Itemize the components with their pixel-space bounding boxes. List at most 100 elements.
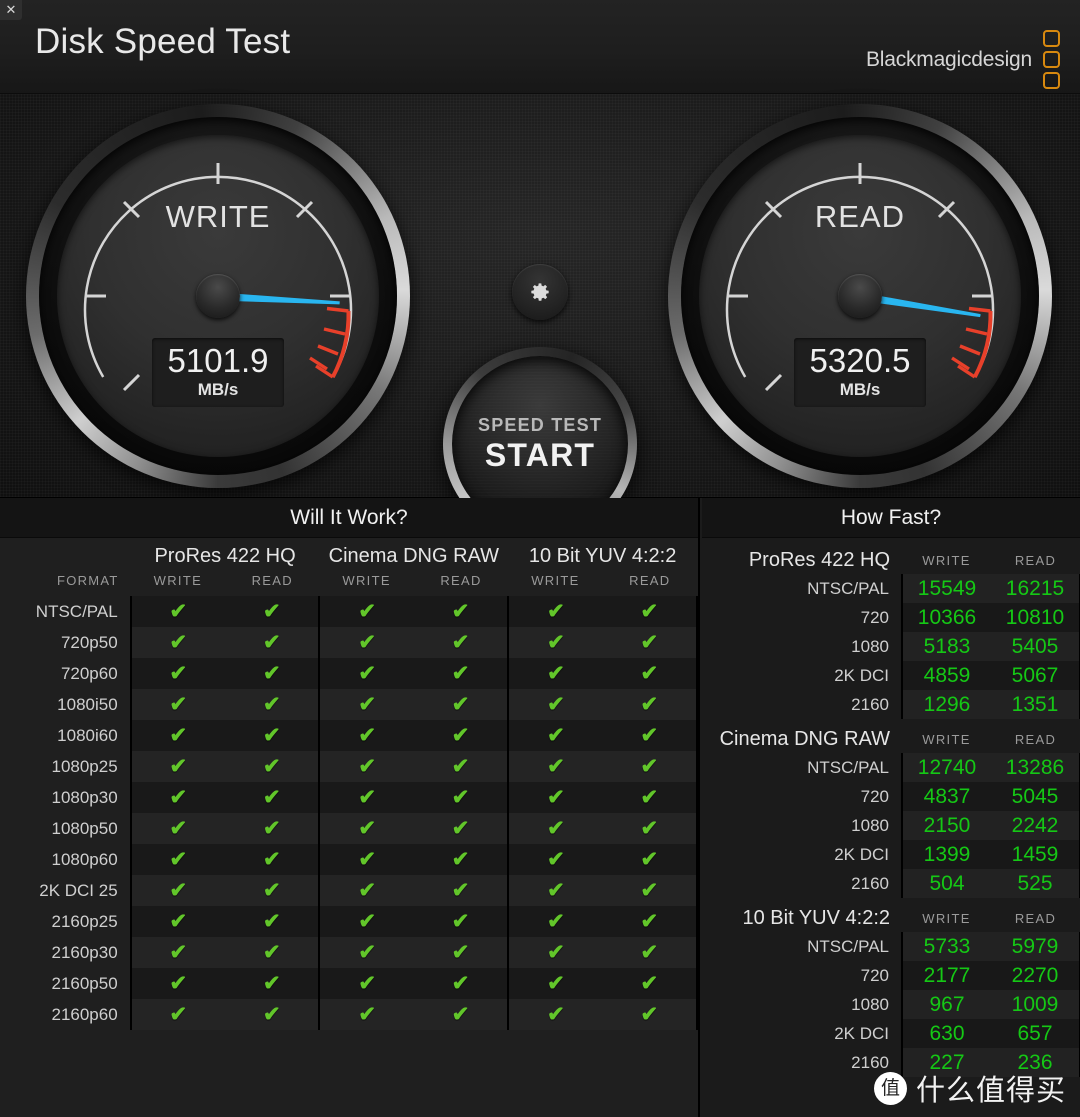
supported-check-cell: ✔	[129, 751, 226, 782]
check-icon: ✔	[262, 661, 281, 685]
how-fast-rows: ProRes 422 HQ WRITE READ NTSC/PAL 15549 16215…	[702, 540, 1080, 1077]
write-fps-value: 1399	[901, 840, 991, 869]
page-title: Disk Speed Test	[35, 22, 291, 61]
check-icon: ✔	[451, 909, 470, 933]
supported-check-cell: ✔	[129, 844, 226, 875]
format-label: 1080p25	[51, 756, 118, 776]
supported-check-cell: ✔	[602, 813, 699, 844]
col-prores-write: WRITE	[130, 569, 226, 596]
check-icon: ✔	[451, 940, 470, 964]
write-value: 5101.9	[167, 342, 269, 379]
title-bar: ✕ Disk Speed Test Blackmagicdesign	[0, 0, 1080, 94]
check-icon: ✔	[547, 1002, 565, 1026]
supported-check-cell: ✔	[129, 875, 226, 906]
format-label: 1080p60	[51, 849, 118, 869]
group-label-prores: ProRes 422 HQ	[130, 538, 320, 569]
supported-check-cell: ✔	[602, 906, 699, 937]
group-header-row: ProRes 422 HQ Cinema DNG RAW 10 Bit YUV …	[0, 538, 697, 569]
check-icon: ✔	[262, 909, 281, 933]
write-fps-value: 15549	[901, 574, 991, 603]
supported-check-cell: ✔	[602, 782, 699, 813]
supported-check-cell: ✔	[602, 689, 699, 720]
check-icon: ✔	[547, 723, 565, 747]
supported-check-cell: ✔	[225, 999, 320, 1030]
format-label: 2160p25	[51, 911, 118, 931]
supported-check-cell: ✔	[602, 658, 699, 689]
read-fps-value: 525	[991, 869, 1080, 898]
table-row: 2K DCI 25 ✔ ✔ ✔ ✔ ✔ ✔	[0, 875, 699, 906]
read-column-header: READ	[1014, 553, 1057, 568]
read-value: 5320.5	[809, 342, 911, 379]
supported-check-cell: ✔	[507, 627, 603, 658]
close-button[interactable]: ✕	[0, 0, 22, 20]
supported-check-cell: ✔	[129, 689, 226, 720]
supported-check-cell: ✔	[413, 689, 509, 720]
resolution-label: 720	[860, 607, 889, 627]
table-row: NTSC/PAL 15549 16215	[702, 574, 1080, 603]
supported-check-cell: ✔	[507, 875, 603, 906]
subheader-row: FORMAT WRITE READ WRITE READ WRITE READ	[0, 569, 697, 596]
supported-check-cell: ✔	[413, 782, 509, 813]
check-icon: ✔	[358, 971, 376, 995]
col-yuv-read: READ	[602, 569, 697, 596]
write-fps-value: 4859	[901, 661, 991, 690]
check-icon: ✔	[640, 940, 659, 964]
start-button-label: START	[484, 436, 596, 473]
write-fps-value: 2150	[901, 811, 991, 840]
read-column-header: READ	[1014, 732, 1057, 747]
read-fps-value: 2270	[991, 961, 1080, 990]
check-icon: ✔	[640, 847, 659, 871]
write-fps-value: 504	[901, 869, 991, 898]
check-icon: ✔	[358, 909, 376, 933]
settings-button[interactable]	[512, 264, 568, 320]
read-fps-value: 1459	[991, 840, 1080, 869]
check-icon: ✔	[262, 754, 281, 778]
supported-check-cell: ✔	[225, 751, 320, 782]
supported-check-cell: ✔	[507, 999, 603, 1030]
resolution-label: 720	[860, 965, 889, 985]
supported-check-cell: ✔	[507, 968, 603, 999]
supported-check-cell: ✔	[507, 782, 603, 813]
supported-check-cell: ✔	[318, 875, 414, 906]
table-row: 1080p50 ✔ ✔ ✔ ✔ ✔ ✔	[0, 813, 699, 844]
write-fps-value: 630	[901, 1019, 991, 1048]
check-icon: ✔	[640, 661, 659, 685]
supported-check-cell: ✔	[413, 720, 509, 751]
supported-check-cell: ✔	[318, 627, 414, 658]
gauge-hub	[838, 274, 882, 318]
check-icon: ✔	[547, 940, 565, 964]
read-fps-value: 5979	[991, 932, 1080, 961]
group-label-dng: Cinema DNG RAW	[319, 538, 509, 569]
col-yuv-write: WRITE	[508, 569, 603, 596]
table-row: 2160 227 236	[702, 1048, 1080, 1077]
supported-check-cell: ✔	[225, 596, 320, 627]
read-fps-value: 1351	[991, 690, 1080, 719]
supported-check-cell: ✔	[129, 937, 226, 968]
check-icon: ✔	[358, 1002, 376, 1026]
check-icon: ✔	[451, 723, 470, 747]
check-icon: ✔	[358, 785, 376, 809]
table-row: 720p50 ✔ ✔ ✔ ✔ ✔ ✔	[0, 627, 699, 658]
table-row: 1080p60 ✔ ✔ ✔ ✔ ✔ ✔	[0, 844, 699, 875]
supported-check-cell: ✔	[129, 720, 226, 751]
write-column-header: WRITE	[922, 911, 971, 926]
check-icon: ✔	[451, 785, 470, 809]
resolution-label: NTSC/PAL	[807, 757, 889, 777]
check-icon: ✔	[451, 692, 470, 716]
table-row: 1080i60 ✔ ✔ ✔ ✔ ✔ ✔	[0, 720, 699, 751]
section-name: ProRes 422 HQ	[748, 549, 890, 571]
write-fps-value: 4837	[901, 782, 991, 811]
supported-check-cell: ✔	[602, 999, 699, 1030]
how-fast-panel: How Fast? ProRes 422 HQ WRITE READ NTSC/PAL…	[702, 498, 1080, 1117]
check-icon: ✔	[640, 599, 659, 623]
format-label: 1080p30	[51, 787, 118, 807]
check-icon: ✔	[640, 878, 659, 902]
resolution-label: NTSC/PAL	[807, 578, 889, 598]
read-gauge-label: READ	[814, 199, 906, 234]
format-label: 2K DCI 25	[39, 880, 118, 900]
resolution-label: 1080	[851, 815, 889, 835]
write-fps-value: 1296	[901, 690, 991, 719]
supported-check-cell: ✔	[318, 999, 414, 1030]
check-icon: ✔	[451, 599, 470, 623]
supported-check-cell: ✔	[129, 658, 226, 689]
